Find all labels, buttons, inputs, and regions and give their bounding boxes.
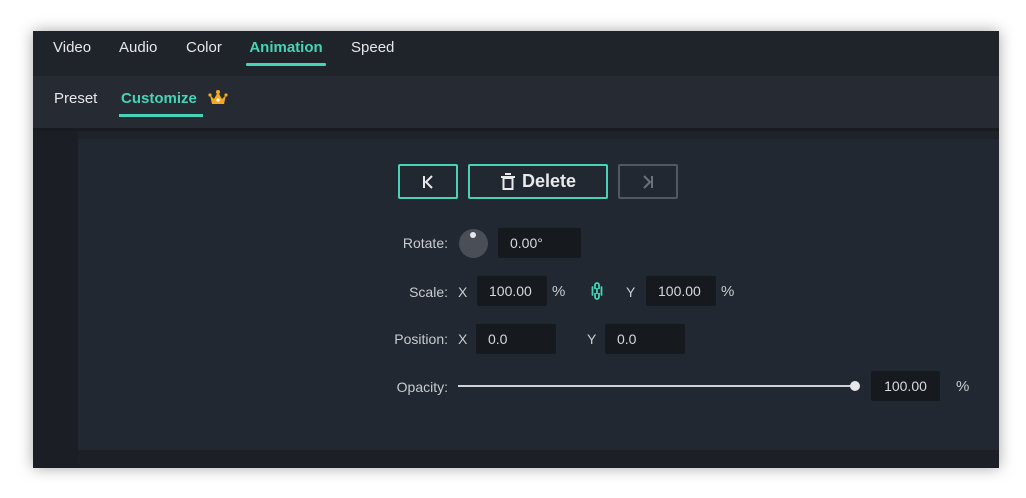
rotate-field[interactable]: 0.00° <box>498 228 581 258</box>
left-gutter <box>33 131 78 468</box>
prev-keyframe-button[interactable] <box>398 164 458 199</box>
scale-y-field[interactable]: 100.00 <box>646 276 716 306</box>
next-keyframe-button[interactable] <box>618 164 678 199</box>
divider <box>33 128 999 131</box>
top-tab-bar: Video Audio Color Animation Speed <box>33 31 999 76</box>
delete-label: Delete <box>521 171 577 191</box>
position-y-field[interactable]: 0.0 <box>605 324 685 354</box>
opacity-slider[interactable] <box>458 381 860 391</box>
tab-color[interactable]: Color <box>186 39 222 69</box>
scale-x-label: X <box>458 284 468 300</box>
next-keyframe-icon <box>643 174 653 189</box>
sub-tab-bar: Preset Customize <box>33 76 999 128</box>
rotate-label: Rotate: <box>402 235 448 251</box>
position-label: Position: <box>394 331 448 347</box>
tab-animation[interactable]: Animation <box>246 39 326 69</box>
subtab-customize-label: Customize <box>121 90 197 107</box>
opacity-slider-fill <box>458 385 855 387</box>
position-x-field[interactable]: 0.0 <box>476 324 556 354</box>
opacity-unit: % <box>956 378 970 395</box>
position-y-label: Y <box>587 331 597 347</box>
position-x-label: X <box>458 331 468 347</box>
link-icon[interactable] <box>591 281 603 301</box>
active-underline <box>119 114 203 117</box>
scale-label: Scale: <box>409 284 448 300</box>
opacity-label: Opacity: <box>396 379 448 395</box>
rotate-knob[interactable] <box>459 229 488 258</box>
bottom-strip <box>78 450 999 468</box>
customize-panel: Delete Rotate: 0.00° Scale: X 100.00 % Y… <box>78 139 999 450</box>
trash-icon <box>500 172 515 190</box>
opacity-slider-handle[interactable] <box>850 381 860 391</box>
tab-video[interactable]: Video <box>53 39 91 69</box>
delete-keyframe-button[interactable]: Delete <box>468 164 608 199</box>
scale-x-unit: % <box>552 283 566 300</box>
crown-icon <box>208 90 228 104</box>
tab-speed[interactable]: Speed <box>351 39 394 69</box>
subtab-customize[interactable]: Customize <box>119 90 233 120</box>
prev-keyframe-icon <box>423 174 433 189</box>
scale-y-unit: % <box>721 283 735 300</box>
knob-indicator <box>470 232 476 238</box>
scale-x-field[interactable]: 100.00 <box>477 276 547 306</box>
opacity-field[interactable]: 100.00 <box>871 371 940 401</box>
animation-properties-window: Video Audio Color Animation Speed Preset… <box>33 31 999 468</box>
tab-audio[interactable]: Audio <box>119 39 157 69</box>
scale-y-label: Y <box>626 284 636 300</box>
subtab-preset[interactable]: Preset <box>54 90 97 120</box>
